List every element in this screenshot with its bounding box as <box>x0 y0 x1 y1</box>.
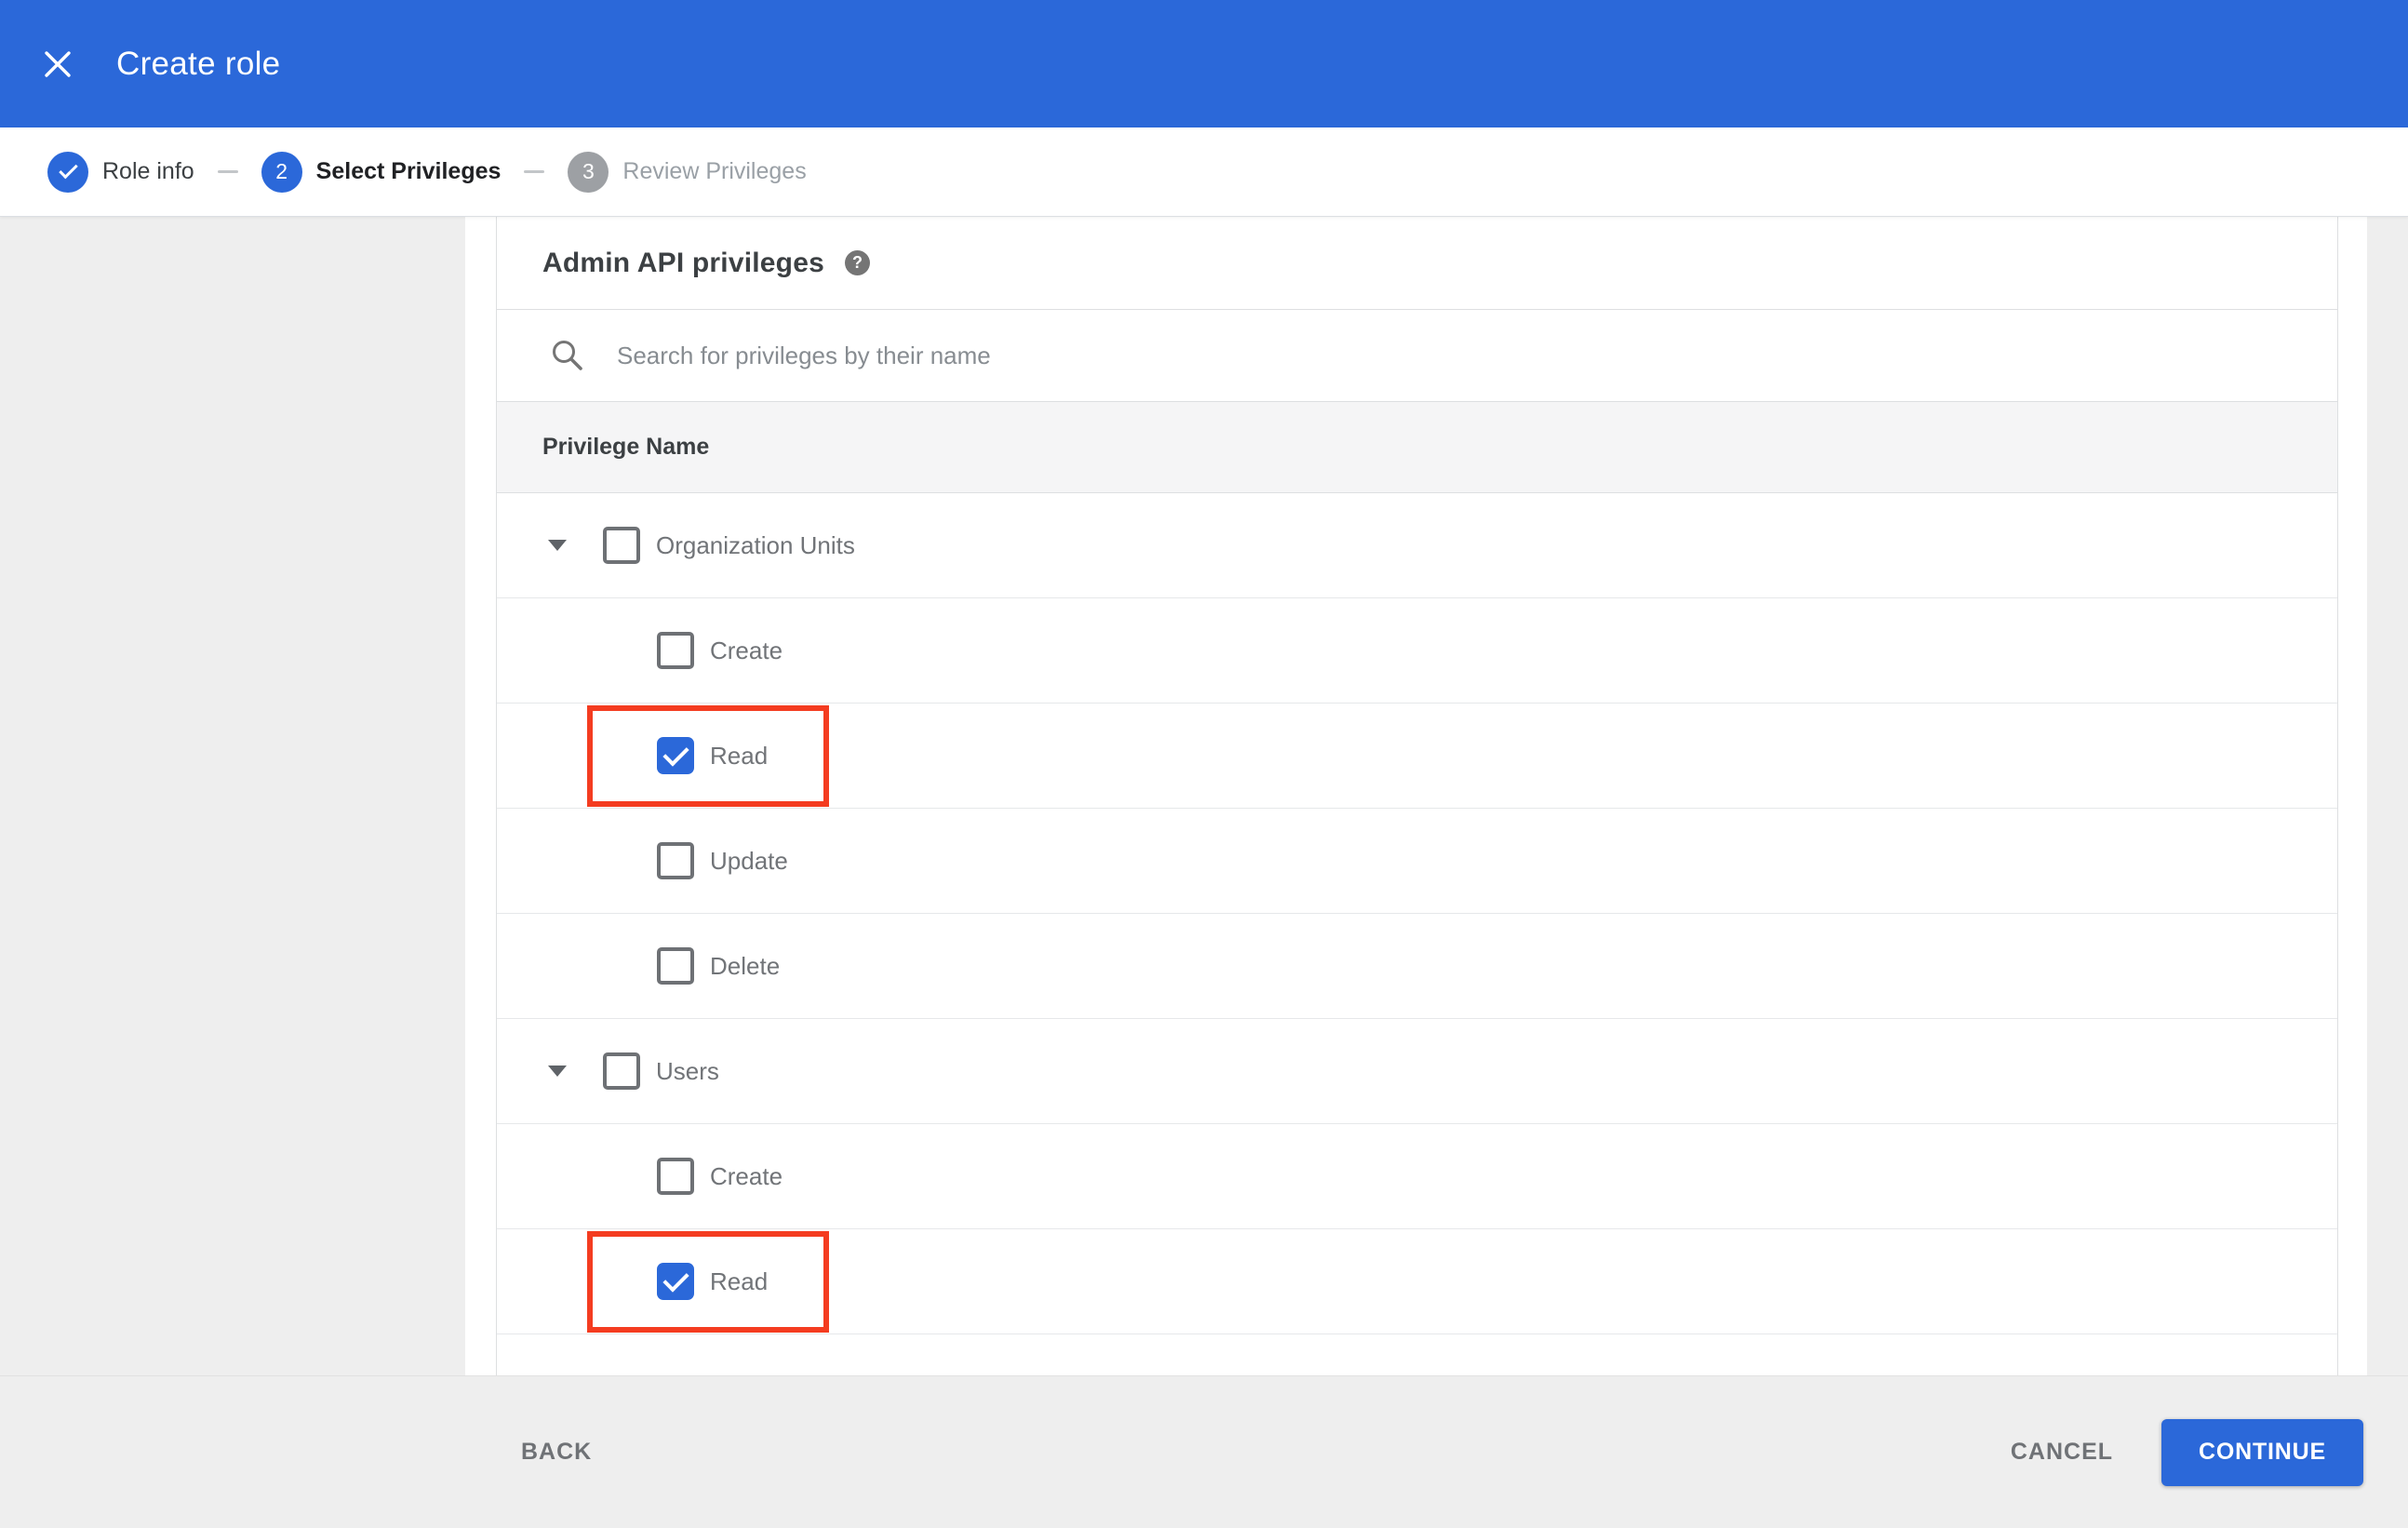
row-label: Organization Units <box>656 530 855 559</box>
content-card: Admin API privileges ? Privilege Name <box>465 217 2367 1375</box>
check-icon <box>58 159 78 180</box>
table-row: Users <box>497 1019 2337 1124</box>
panel-title: Admin API privileges <box>542 247 824 278</box>
step-separator <box>524 170 545 173</box>
collapse-arrow-icon[interactable] <box>548 1066 567 1077</box>
highlight-box <box>587 1231 829 1333</box>
table-row: Update <box>497 809 2337 914</box>
create-checkbox[interactable] <box>657 1158 694 1195</box>
organization-units-checkbox[interactable] <box>603 527 640 564</box>
row-label: Read <box>710 1267 769 1295</box>
search-input[interactable] <box>617 341 2281 370</box>
table-row: Create <box>497 598 2337 704</box>
highlight-box <box>587 705 829 807</box>
dialog-header: Create role <box>0 0 2408 127</box>
read-checkbox[interactable] <box>657 1263 694 1300</box>
stepper: Role info 2 Select Privileges 3 Review P… <box>0 127 2408 217</box>
table-header-row: Privilege Name <box>497 402 2337 493</box>
create-role-dialog: Create role Role info 2 Select Privilege… <box>0 0 2408 1528</box>
delete-checkbox[interactable] <box>657 947 694 985</box>
search-icon <box>553 341 582 370</box>
row-label: Read <box>710 741 769 770</box>
step-separator <box>217 170 238 173</box>
dialog-footer: BACK CANCEL CONTINUE <box>0 1375 2408 1528</box>
continue-button[interactable]: CONTINUE <box>2161 1418 2363 1486</box>
dialog-body: Admin API privileges ? Privilege Name <box>0 217 2408 1375</box>
step-number-circle: 2 <box>261 151 302 193</box>
row-label: Delete <box>710 951 781 980</box>
users-checkbox[interactable] <box>603 1052 640 1090</box>
table-row: Create <box>497 1124 2337 1229</box>
search-row <box>497 310 2337 402</box>
table-row: Delete <box>497 914 2337 1019</box>
step-label: Review Privileges <box>622 158 807 184</box>
read-checkbox[interactable] <box>657 737 694 774</box>
row-label: Create <box>710 1161 783 1190</box>
table-row: Read <box>497 1229 2337 1334</box>
help-icon[interactable]: ? <box>844 250 870 275</box>
close-icon-glyph <box>45 50 71 77</box>
collapse-arrow-icon[interactable] <box>548 540 567 551</box>
row-label: Users <box>656 1056 719 1085</box>
step-role-info[interactable]: Role info <box>47 151 194 193</box>
row-label: Create <box>710 636 783 664</box>
step-label: Role info <box>102 158 194 184</box>
close-icon[interactable] <box>42 48 74 80</box>
table-row: Organization Units <box>497 493 2337 598</box>
step-select-privileges[interactable]: 2 Select Privileges <box>261 151 502 193</box>
create-checkbox[interactable] <box>657 632 694 669</box>
row-label: Update <box>710 846 788 875</box>
step-label: Select Privileges <box>315 158 502 184</box>
dialog-title: Create role <box>116 45 281 82</box>
step-number-circle: 3 <box>568 151 609 193</box>
table-row: Read <box>497 704 2337 809</box>
step-completed-circle <box>47 151 88 193</box>
back-button[interactable]: BACK <box>521 1439 592 1466</box>
update-checkbox[interactable] <box>657 842 694 879</box>
cancel-button[interactable]: CANCEL <box>2011 1439 2113 1466</box>
table-row-partial <box>497 1334 2337 1374</box>
panel-title-row: Admin API privileges ? <box>497 217 2337 310</box>
privilege-name-column-header: Privilege Name <box>542 434 710 460</box>
step-review-privileges[interactable]: 3 Review Privileges <box>568 151 807 193</box>
privileges-panel: Admin API privileges ? Privilege Name <box>496 217 2338 1375</box>
